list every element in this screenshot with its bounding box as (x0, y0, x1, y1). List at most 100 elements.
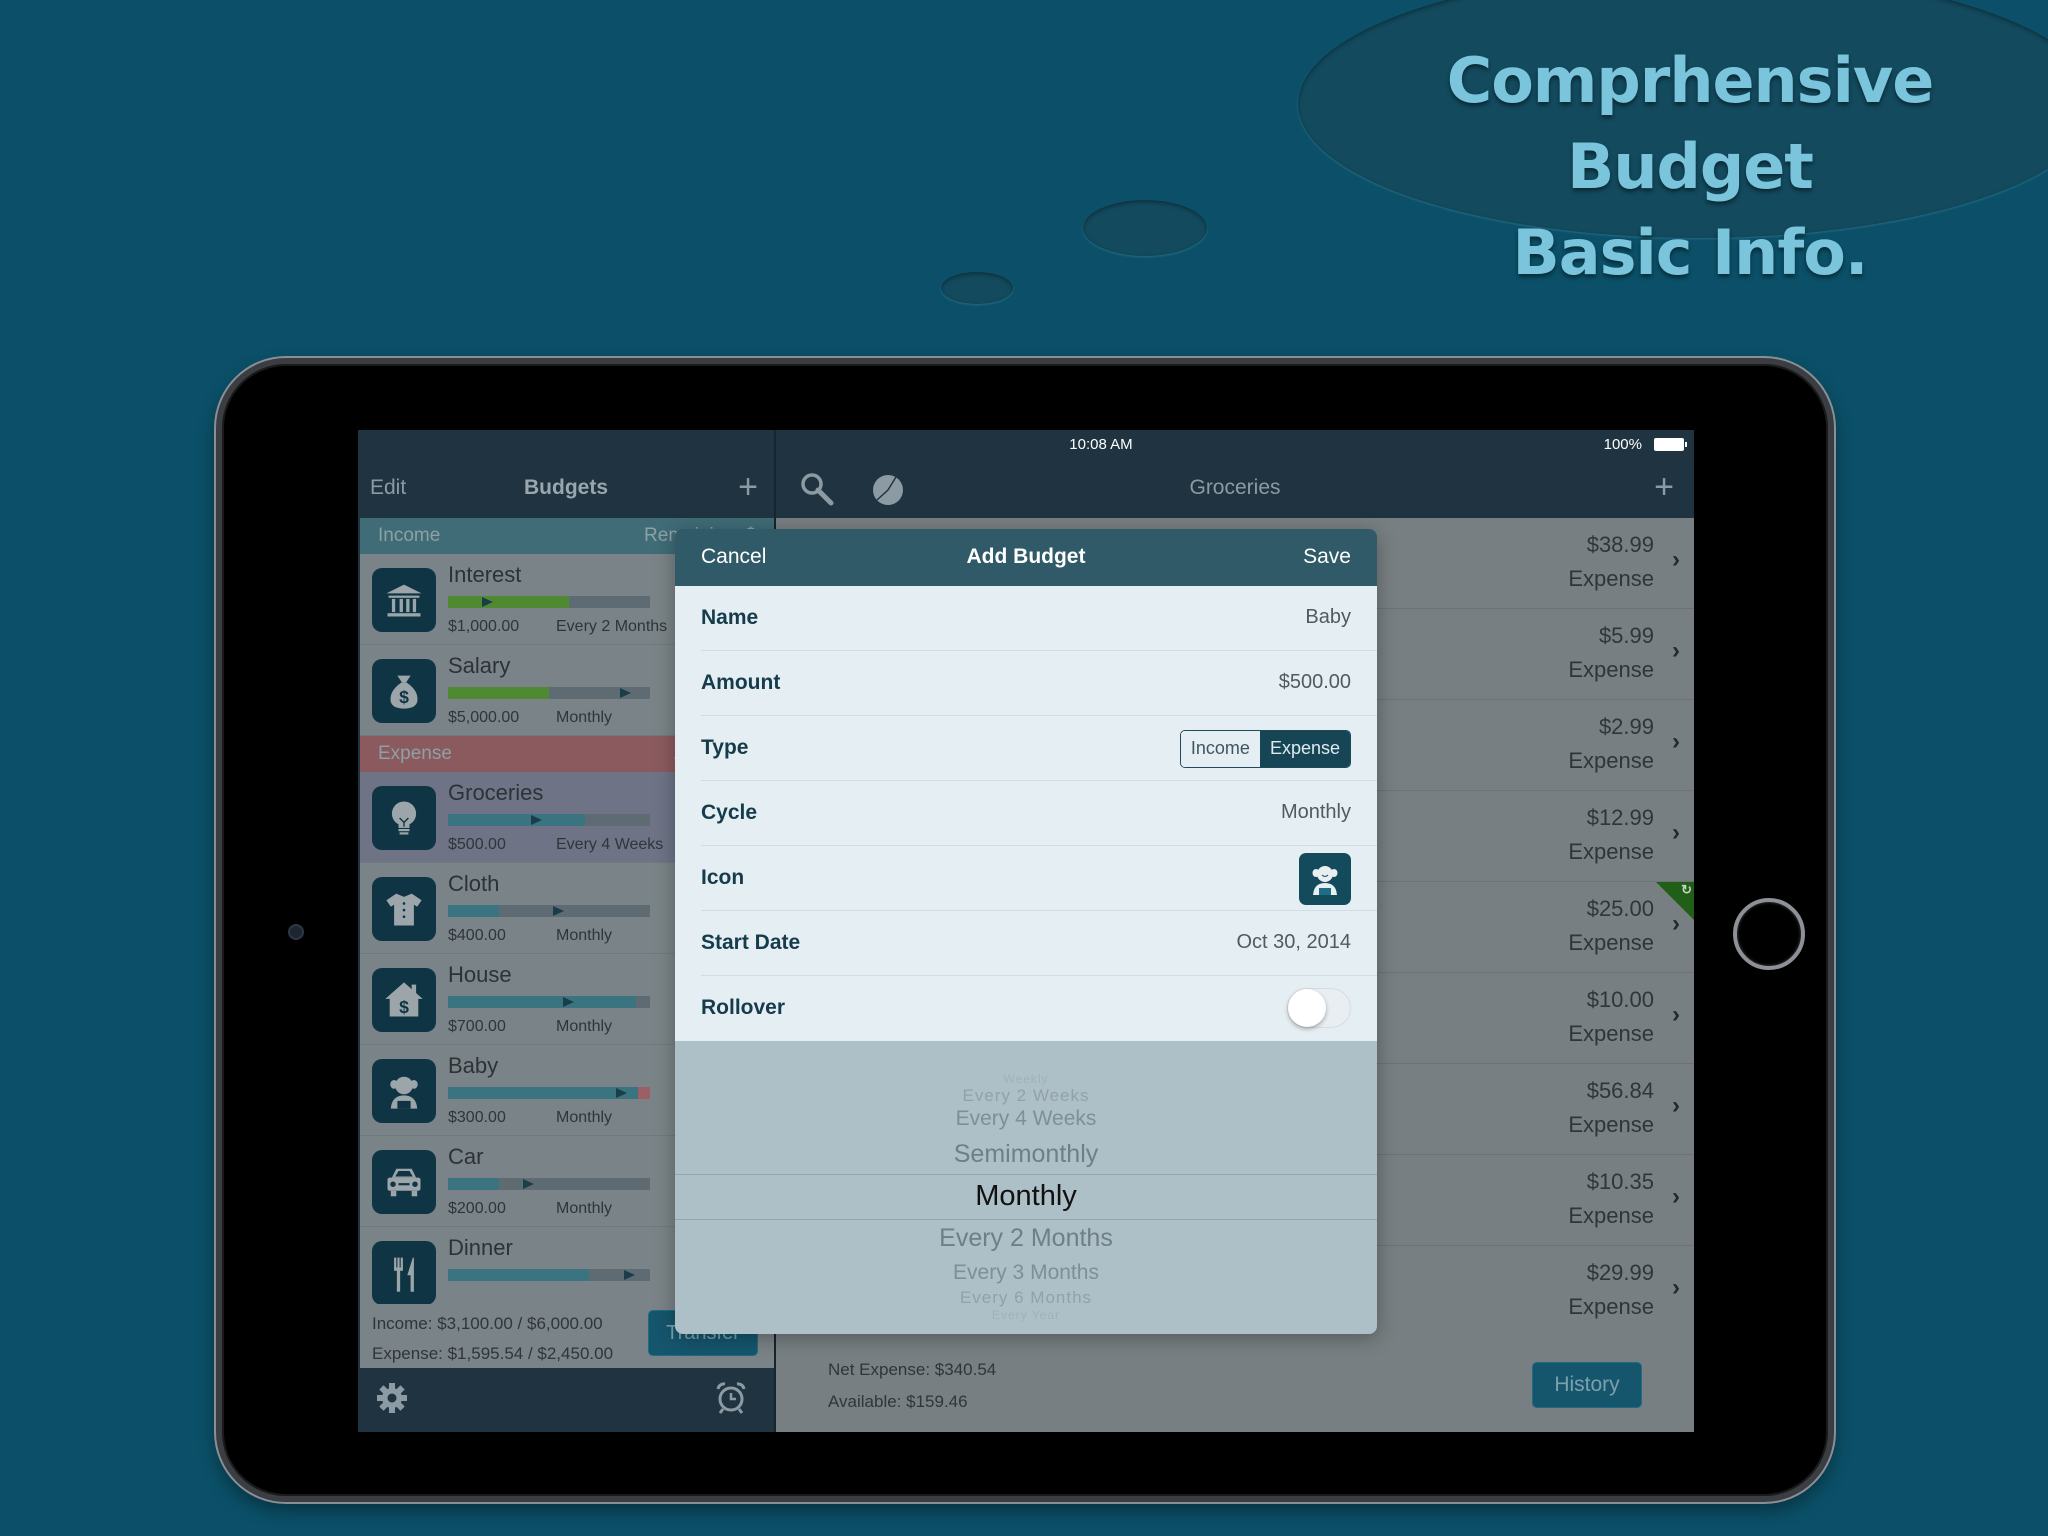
progress-fill (448, 687, 549, 699)
history-button[interactable]: History (1532, 1362, 1642, 1408)
start-date-label: Start Date (701, 931, 801, 954)
rollover-row: Rollover (701, 976, 1377, 1041)
time-marker-arrow (553, 906, 565, 916)
budget-total: $500.00 (448, 836, 506, 853)
budget-name: Groceries (448, 780, 544, 805)
car-icon (387, 1168, 421, 1197)
chevron-right-icon: › (1672, 1274, 1680, 1301)
budget-total: $300.00 (448, 1109, 506, 1126)
budget-cycle: Monthly (556, 927, 613, 944)
house-dollar-icon: $ (385, 982, 423, 1017)
budgets-nav-bar: Edit Budgets + (358, 460, 774, 518)
time-marker-arrow (530, 815, 542, 825)
transaction-amount: $10.00 (1586, 987, 1654, 1012)
plus-icon: + (1654, 468, 1674, 506)
picker-option[interactable]: Every 2 Weeks (675, 1086, 1377, 1106)
name-label: Name (701, 606, 759, 629)
budgets-title: Budgets (524, 476, 608, 499)
time-marker-arrow (619, 688, 631, 698)
chevron-right-icon: › (1672, 1183, 1680, 1210)
transaction-type: Expense (1568, 657, 1654, 682)
picker-option[interactable]: Every 3 Months (675, 1261, 1377, 1285)
transaction-amount: $12.99 (1586, 805, 1654, 830)
cycle-picker[interactable]: Weekly Every 2 Weeks Every 4 Weeks Semimont… (675, 1041, 1377, 1334)
chevron-right-icon: › (1672, 637, 1680, 664)
income-summary: Income: $3,100.00 / $6,000.00 (372, 1314, 603, 1333)
amount-label: Amount (701, 671, 781, 694)
cycle-row[interactable]: Cycle Monthly (701, 781, 1377, 846)
rollover-toggle[interactable] (1287, 988, 1351, 1028)
bank-icon (386, 584, 422, 617)
budget-progress-bar (448, 814, 650, 826)
repeat-icon: ↻ (1681, 882, 1692, 897)
icon-picker-button[interactable] (1299, 853, 1351, 905)
picker-option[interactable]: Every 2 Months (675, 1224, 1377, 1253)
reminder-button[interactable] (716, 1382, 746, 1419)
cycle-value[interactable]: Monthly (1281, 801, 1351, 824)
transaction-type: Expense (1568, 566, 1654, 591)
budget-progress-bar (448, 996, 650, 1008)
home-button[interactable] (1733, 898, 1805, 970)
picker-option[interactable]: Every 6 Months (675, 1288, 1377, 1308)
transaction-type: Expense (1568, 1203, 1654, 1228)
promo-title-line1: Comprhensive Budget (1446, 44, 1935, 203)
chevron-right-icon: › (1672, 1001, 1680, 1028)
detail-nav-bar: Groceries + (776, 460, 1694, 518)
progress-fill (448, 1087, 638, 1099)
picker-option[interactable]: Semimonthly (675, 1140, 1377, 1169)
settings-button[interactable] (376, 1382, 408, 1419)
name-field[interactable]: Baby (1305, 606, 1351, 629)
svg-text:$: $ (399, 687, 409, 707)
amount-row[interactable]: Amount $500.00 (701, 651, 1377, 716)
budget-progress-bar (448, 596, 650, 608)
progress-fill (448, 996, 636, 1008)
progress-fill (448, 596, 570, 608)
amount-field[interactable]: $500.00 (1279, 671, 1351, 694)
type-row: Type Income Expense (701, 716, 1377, 781)
start-date-value[interactable]: Oct 30, 2014 (1236, 931, 1351, 954)
shirt-icon (386, 893, 422, 926)
add-budget-button[interactable]: + (738, 468, 758, 507)
budget-cycle: Every 2 Months (556, 618, 668, 635)
income-section-label: Income (378, 525, 441, 546)
picker-option[interactable]: Every Year (675, 1308, 1377, 1322)
expense-summary: Expense: $1,595.54 / $2,450.00 (372, 1344, 614, 1363)
toggle-knob (1288, 989, 1326, 1027)
promo-bubble-small (1083, 200, 1207, 256)
budget-progress-bar (448, 1087, 650, 1099)
save-button[interactable]: Save (1303, 545, 1351, 569)
icon-row[interactable]: Icon (701, 846, 1377, 911)
cycle-label: Cycle (701, 801, 758, 824)
budget-name: Dinner (448, 1235, 513, 1260)
transaction-type: Expense (1568, 930, 1654, 955)
progress-fill (448, 905, 499, 917)
budget-name: Cloth (448, 871, 500, 896)
modal-title: Add Budget (966, 545, 1086, 568)
transaction-amount: $38.99 (1586, 532, 1654, 557)
picker-option-selected[interactable]: Monthly (675, 1180, 1377, 1213)
transaction-amount: $29.99 (1586, 1260, 1654, 1285)
name-row[interactable]: Name Baby (701, 586, 1377, 651)
transaction-type: Expense (1568, 839, 1654, 864)
picker-option[interactable]: Weekly (675, 1072, 1377, 1086)
budget-icon-tile (372, 568, 436, 632)
picker-option[interactable]: Every 4 Weeks (675, 1107, 1377, 1131)
transaction-type: Expense (1568, 1021, 1654, 1046)
type-expense-segment[interactable]: Expense (1259, 731, 1350, 767)
progress-fill (448, 1178, 499, 1190)
budget-icon-tile (372, 877, 436, 941)
promo-bubble-tiny (941, 272, 1013, 304)
add-transaction-button[interactable]: + (1654, 468, 1674, 507)
type-income-segment[interactable]: Income (1180, 731, 1260, 767)
promo-title-line2: Basic Info. (1512, 216, 1869, 289)
budget-progress-bar (448, 905, 650, 917)
money-bag-icon: $ (390, 675, 418, 709)
type-label: Type (701, 736, 749, 759)
transaction-type: Expense (1568, 1294, 1654, 1319)
start-date-row[interactable]: Start Date Oct 30, 2014 (701, 911, 1377, 976)
fork-knife-icon (394, 1257, 414, 1292)
type-segmented-control[interactable]: Income Expense (1179, 730, 1351, 768)
detail-title: Groceries (1189, 476, 1281, 499)
alarm-clock-icon (716, 1382, 746, 1414)
progress-fill (448, 1269, 590, 1281)
